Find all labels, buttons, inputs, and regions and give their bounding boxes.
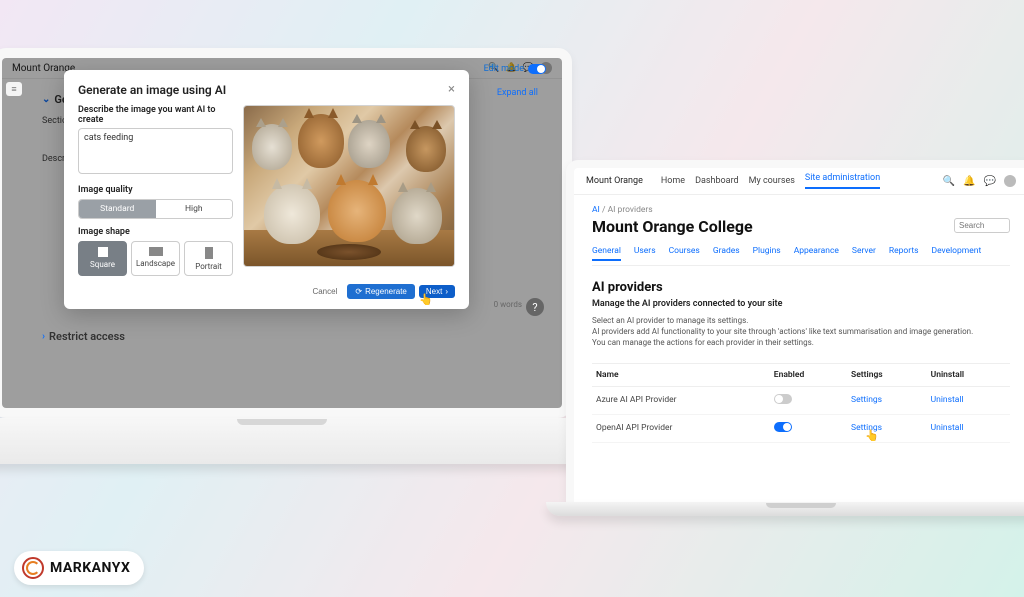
tab-courses[interactable]: Courses	[669, 246, 700, 261]
section-description: Select an AI provider to manage its sett…	[592, 315, 1010, 349]
provider-name: OpenAI API Provider	[592, 414, 770, 442]
avatar[interactable]	[1004, 175, 1016, 187]
search-icon[interactable]: 🔍	[943, 176, 955, 187]
th-settings: Settings	[847, 363, 927, 386]
breadcrumb: AI / AI providers	[592, 205, 1010, 215]
logo-swirl-icon	[22, 557, 44, 579]
chevron-right-icon: ›	[445, 287, 448, 296]
shape-options: Square Landscape Portrait	[78, 241, 233, 276]
th-name: Name	[592, 363, 770, 386]
tab-plugins[interactable]: Plugins	[753, 246, 781, 261]
modal-title: Generate an image using AI	[78, 83, 226, 97]
generate-image-modal: Generate an image using AI × Describe th…	[64, 70, 469, 309]
cancel-button[interactable]: Cancel	[306, 285, 343, 298]
brand-logo: MARKANYX	[14, 551, 144, 585]
portrait-icon	[205, 247, 213, 259]
shape-label: Image shape	[78, 227, 233, 237]
chat-icon[interactable]: 💬	[984, 176, 996, 187]
th-enabled: Enabled	[770, 363, 847, 386]
laptop-right: Mount Orange Home Dashboard My courses S…	[566, 160, 1024, 516]
edit-mode-label: Edit mode	[484, 64, 524, 74]
tab-reports[interactable]: Reports	[889, 246, 919, 261]
toggle-on-icon	[528, 64, 546, 74]
uninstall-link[interactable]: Uninstall	[931, 423, 964, 433]
th-uninstall: Uninstall	[927, 363, 1010, 386]
help-icon[interactable]: ?	[526, 298, 544, 316]
cursor-icon: 👆	[865, 429, 879, 442]
laptop-keyboard	[0, 418, 592, 464]
generated-image-preview	[243, 105, 455, 267]
quality-high-option[interactable]: High	[156, 200, 233, 218]
crumb-sep: /	[600, 205, 608, 215]
sidebar-toggle-icon[interactable]: ≡	[6, 82, 22, 96]
search-input[interactable]	[954, 218, 1010, 233]
expand-all-link[interactable]: Expand all	[497, 88, 538, 98]
nav-home[interactable]: Home	[661, 176, 685, 186]
restrict-access-accordion[interactable]: › Restrict access	[42, 330, 125, 343]
quality-segmented: Standard High	[78, 199, 233, 219]
nav-siteadmin[interactable]: Site administration	[805, 173, 880, 189]
section-subtitle: Manage the AI providers connected to you…	[592, 299, 1010, 309]
desc-line-2: AI providers add AI functionality to you…	[592, 326, 1010, 337]
section-title: AI providers	[592, 280, 1010, 295]
crumb-ai[interactable]: AI	[592, 205, 600, 215]
describe-label: Describe the image you want AI to create	[78, 105, 233, 125]
logo-text: MARKANYX	[50, 560, 130, 576]
restrict-access-text: Restrict access	[49, 330, 125, 343]
laptop-base	[546, 502, 1024, 516]
cursor-icon: 👆	[419, 293, 433, 306]
tab-appearance[interactable]: Appearance	[794, 246, 839, 261]
settings-link[interactable]: Settings	[851, 395, 882, 405]
provider-name: Azure AI API Provider	[592, 386, 770, 414]
tab-development[interactable]: Development	[932, 246, 982, 261]
laptop-left: Mount Orange 🔍 🔔 💬 ⌄ Ge Section Descript…	[0, 48, 572, 464]
right-site-name: Mount Orange	[586, 176, 643, 186]
quality-standard-option[interactable]: Standard	[79, 200, 156, 218]
admin-subtabs: General Users Courses Grades Plugins App…	[592, 246, 1010, 266]
shape-portrait-option[interactable]: Portrait	[184, 241, 233, 276]
regenerate-label: Regenerate	[365, 287, 407, 296]
word-counter: 0 words	[494, 300, 522, 309]
providers-table: Name Enabled Settings Uninstall Azure AI…	[592, 363, 1010, 443]
prompt-input[interactable]	[78, 128, 233, 174]
quality-label: Image quality	[78, 185, 233, 195]
tab-server[interactable]: Server	[852, 246, 876, 261]
right-body: AI / AI providers Mount Orange College G…	[574, 195, 1024, 453]
shape-portrait-label: Portrait	[195, 262, 222, 271]
notification-icon[interactable]: 🔔	[963, 176, 975, 187]
tab-grades[interactable]: Grades	[713, 246, 740, 261]
desc-line-3: You can manage the actions for each prov…	[592, 337, 1010, 348]
table-row: OpenAI API Provider Settings 👆 Uninstall	[592, 414, 1010, 442]
regenerate-button[interactable]: ⟳ Regenerate	[347, 284, 415, 299]
desc-line-1: Select an AI provider to manage its sett…	[592, 315, 1010, 326]
left-screen: Mount Orange 🔍 🔔 💬 ⌄ Ge Section Descript…	[0, 48, 572, 418]
edit-mode-toggle[interactable]: Edit mode	[484, 64, 546, 74]
tab-general[interactable]: General	[592, 246, 621, 261]
shape-landscape-option[interactable]: Landscape	[131, 241, 180, 276]
close-icon[interactable]: ×	[448, 82, 455, 97]
nav-mycourses[interactable]: My courses	[749, 176, 795, 186]
uninstall-link[interactable]: Uninstall	[931, 395, 964, 405]
chevron-right-icon: ›	[42, 331, 45, 342]
shape-square-option[interactable]: Square	[78, 241, 127, 276]
tab-users[interactable]: Users	[634, 246, 656, 261]
page-title: Mount Orange College	[592, 217, 1010, 236]
crumb-providers: AI providers	[608, 205, 653, 215]
right-screen: Mount Orange Home Dashboard My courses S…	[566, 160, 1024, 502]
nav-dashboard[interactable]: Dashboard	[695, 176, 739, 186]
enabled-toggle[interactable]	[774, 394, 792, 404]
enabled-toggle[interactable]	[774, 422, 792, 432]
regenerate-icon: ⟳	[355, 287, 362, 296]
right-topnav: Mount Orange Home Dashboard My courses S…	[574, 168, 1024, 195]
square-icon	[98, 247, 108, 257]
shape-square-label: Square	[90, 260, 115, 269]
shape-landscape-label: Landscape	[136, 259, 175, 268]
table-row: Azure AI API Provider Settings Uninstall	[592, 386, 1010, 414]
landscape-icon	[149, 247, 163, 256]
